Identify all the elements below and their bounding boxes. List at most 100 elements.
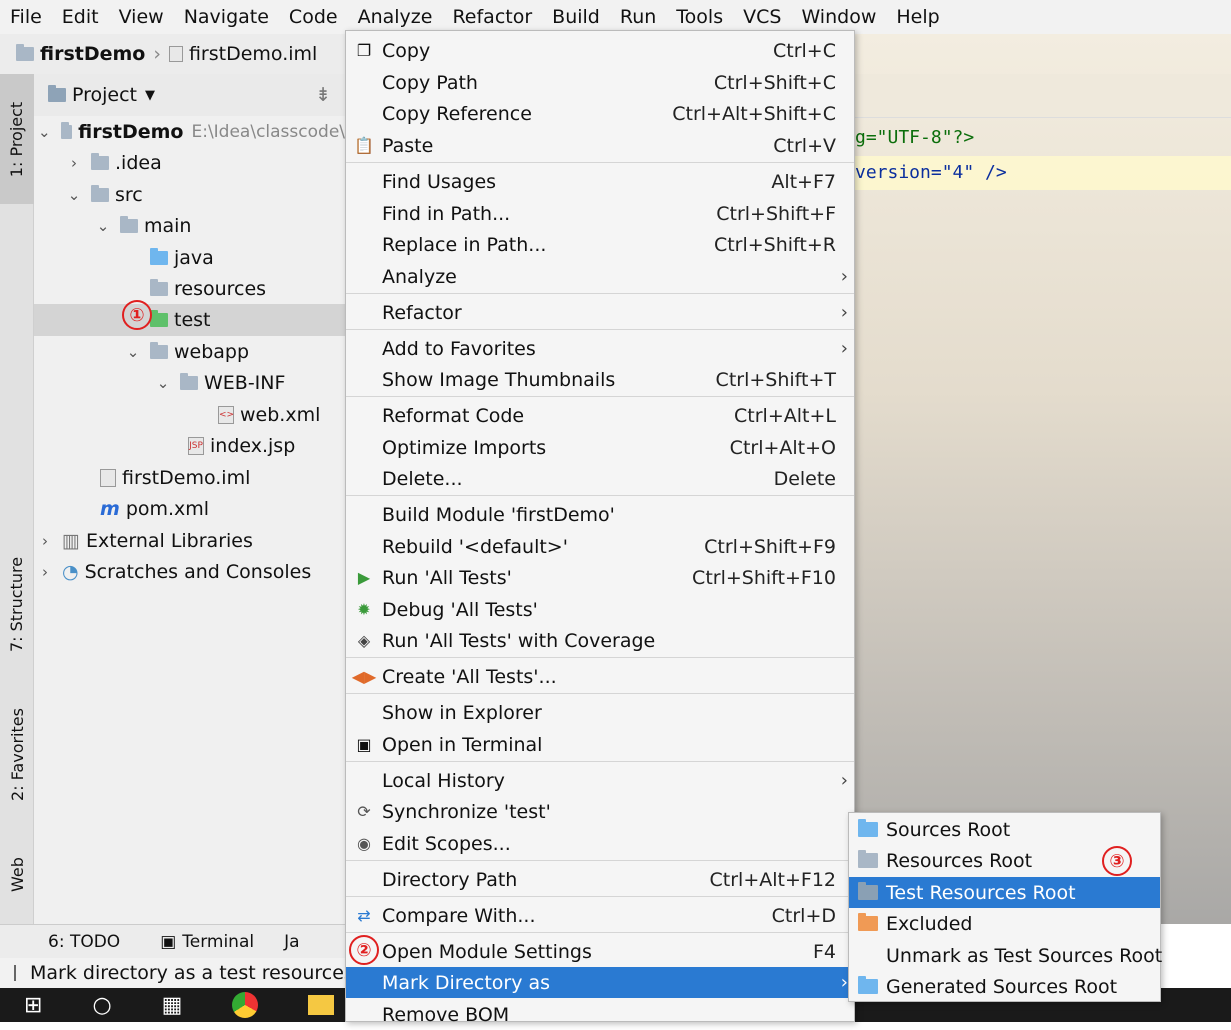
paste-icon: 📋 (354, 136, 374, 155)
menu-navigate[interactable]: Navigate (184, 6, 269, 28)
menu-edit[interactable]: Edit (62, 6, 99, 28)
editor-tab-bar (855, 74, 1231, 118)
menu-item-run-with-coverage[interactable]: ◈ Run 'All Tests' with Coverage (346, 625, 854, 656)
menu-file[interactable]: File (10, 6, 42, 28)
menu-vcs[interactable]: VCS (743, 6, 781, 28)
menu-item-paste[interactable]: 📋 Paste Ctrl+V (346, 130, 854, 161)
mark-directory-submenu: Sources Root Resources Root Test Resourc… (848, 812, 1162, 1002)
menu-analyze[interactable]: Analyze (358, 6, 433, 28)
tree-item[interactable]: m pom.xml (34, 493, 345, 525)
breadcrumb-file[interactable]: firstDemo.iml (189, 43, 317, 65)
menu-item-refactor[interactable]: Refactor › (346, 297, 854, 328)
menu-item-optimize-imports[interactable]: Optimize Imports Ctrl+Alt+O (346, 432, 854, 463)
tab-todo[interactable]: 6: TODO (48, 932, 120, 952)
tab-project[interactable]: 1: Project (0, 74, 34, 204)
menu-item-find-in-path[interactable]: Find in Path... Ctrl+Shift+F (346, 198, 854, 229)
sync-icon: ⟳ (357, 802, 371, 821)
menu-item-edit-scopes[interactable]: ◉ Edit Scopes... (346, 828, 854, 859)
chrome-icon[interactable] (232, 992, 259, 1018)
menu-item-replace-in-path[interactable]: Replace in Path... Ctrl+Shift+R (346, 229, 854, 260)
submenu-unmark[interactable]: Unmark as Test Sources Root (849, 940, 1162, 971)
windows-icon[interactable]: ⊞ (24, 993, 42, 1018)
chevron-down-icon: ⌄ (96, 217, 110, 235)
menu-item-run-all-tests[interactable]: ▶ Run 'All Tests' Ctrl+Shift+F10 (346, 562, 854, 593)
menu-item-add-to-favorites[interactable]: Add to Favorites › (346, 333, 854, 364)
menu-item-compare-with[interactable]: ⇄ Compare With... Ctrl+D (346, 900, 854, 931)
menu-item-delete[interactable]: Delete... Delete (346, 463, 854, 494)
explorer-icon[interactable] (308, 995, 335, 1015)
submenu-generated-sources-root[interactable]: Generated Sources Root (849, 971, 1160, 1002)
tree-item[interactable]: JSP index.jsp (34, 430, 345, 462)
tab-web[interactable]: Web (0, 834, 34, 914)
submenu-sources-root[interactable]: Sources Root (849, 814, 1160, 845)
menu-run[interactable]: Run (620, 6, 656, 28)
menu-item-rebuild[interactable]: Rebuild '<default>' Ctrl+Shift+F9 (346, 531, 854, 562)
tree-item-selected[interactable]: test (34, 304, 345, 336)
tree-item[interactable]: ⌄ main (34, 210, 345, 242)
tree-item[interactable]: java (34, 242, 345, 274)
menu-item-build-module[interactable]: Build Module 'firstDemo' (346, 499, 854, 530)
menu-build[interactable]: Build (552, 6, 600, 28)
tab-favorites[interactable]: 2: Favorites (0, 684, 34, 824)
chevron-right-icon: › (71, 154, 77, 172)
submenu-excluded[interactable]: Excluded (849, 908, 1160, 939)
menu-help[interactable]: Help (896, 6, 939, 28)
search-icon[interactable]: ○ (92, 993, 111, 1018)
tree-item[interactable]: <> web.xml (34, 399, 345, 431)
task-view-icon[interactable]: ▦ (162, 993, 183, 1018)
chevron-right-icon: › (840, 302, 848, 323)
chevron-down-icon[interactable]: ▼ (145, 88, 155, 103)
menu-item-copy-reference[interactable]: Copy Reference Ctrl+Alt+Shift+C (346, 98, 854, 129)
menu-view[interactable]: View (119, 6, 164, 28)
menu-item-open-module-settings[interactable]: Open Module Settings F4 (346, 936, 854, 967)
menu-item-synchronize[interactable]: ⟳ Synchronize 'test' (346, 796, 854, 827)
tab-other[interactable]: Ja (284, 932, 299, 952)
menu-item-find-usages[interactable]: Find Usages Alt+F7 (346, 166, 854, 197)
annotation-badge-3: ③ (1102, 846, 1132, 876)
breadcrumb-project[interactable]: firstDemo (40, 43, 145, 65)
menu-item-open-in-terminal[interactable]: ▣ Open in Terminal (346, 729, 854, 760)
tree-item[interactable]: › ◔ Scratches and Consoles (34, 556, 345, 588)
sources-root-icon (858, 819, 878, 837)
chevron-right-icon: › (153, 43, 161, 65)
menu-item-copy[interactable]: ❐ Copy Ctrl+C (346, 35, 854, 66)
menu-item-create-all-tests[interactable]: ◀▶ Create 'All Tests'... (346, 661, 854, 692)
menu-item-show-thumbnails[interactable]: Show Image Thumbnails Ctrl+Shift+T (346, 364, 854, 395)
menu-item-directory-path[interactable]: Directory Path Ctrl+Alt+F12 (346, 864, 854, 895)
tree-item[interactable]: › .idea (34, 147, 345, 179)
menu-tools[interactable]: Tools (676, 6, 723, 28)
scope-icon: ◉ (357, 834, 371, 853)
menu-item-reformat-code[interactable]: Reformat Code Ctrl+Alt+L (346, 400, 854, 431)
tree-item[interactable]: resources (34, 273, 345, 305)
resources-root-icon (858, 850, 878, 868)
project-tree: ⌄ firstDemo E:\Idea\classcode\ › .idea ⌄ src… (34, 116, 345, 924)
menu-window[interactable]: Window (801, 6, 876, 28)
tree-item[interactable]: ⌄ WEB-INF (34, 367, 345, 399)
menu-item-debug-all-tests[interactable]: ✹ Debug 'All Tests' (346, 594, 854, 625)
web-folder-icon (150, 342, 168, 359)
tree-item[interactable]: ⌄ src (34, 179, 345, 211)
project-panel-title[interactable]: Project (72, 84, 137, 106)
copy-icon: ❐ (356, 41, 372, 60)
jsp-file-icon: JSP (188, 437, 204, 455)
menu-item-copy-path[interactable]: Copy Path Ctrl+Shift+C (346, 67, 854, 98)
menu-item-mark-directory-as[interactable]: Mark Directory as › (346, 967, 854, 998)
tree-item[interactable]: ⌄ webapp (34, 336, 345, 368)
tab-structure[interactable]: 7: Structure (0, 534, 34, 674)
tree-item[interactable]: ⌄ firstDemo E:\Idea\classcode\ (34, 116, 345, 148)
submenu-test-resources-root[interactable]: Test Resources Root (849, 877, 1160, 908)
tree-item[interactable]: › ▥ External Libraries (34, 525, 345, 557)
menu-item-analyze[interactable]: Analyze › (346, 261, 854, 292)
tree-item[interactable]: firstDemo.iml (34, 462, 345, 494)
menu-item-show-in-explorer[interactable]: Show in Explorer (346, 697, 854, 728)
tab-terminal[interactable]: Terminal (182, 932, 254, 952)
menu-item-remove-bom[interactable]: Remove BOM (346, 999, 854, 1030)
collapse-icon[interactable]: ⇟ (315, 84, 331, 106)
code-line-1[interactable]: g="UTF-8"?> (855, 123, 974, 153)
menu-item-local-history[interactable]: Local History › (346, 765, 854, 796)
folder-icon (16, 44, 34, 61)
menu-refactor[interactable]: Refactor (452, 6, 532, 28)
code-line-2[interactable]: version="4" /> (855, 158, 1007, 188)
chevron-down-icon: ⌄ (38, 123, 51, 141)
menu-code[interactable]: Code (289, 6, 338, 28)
